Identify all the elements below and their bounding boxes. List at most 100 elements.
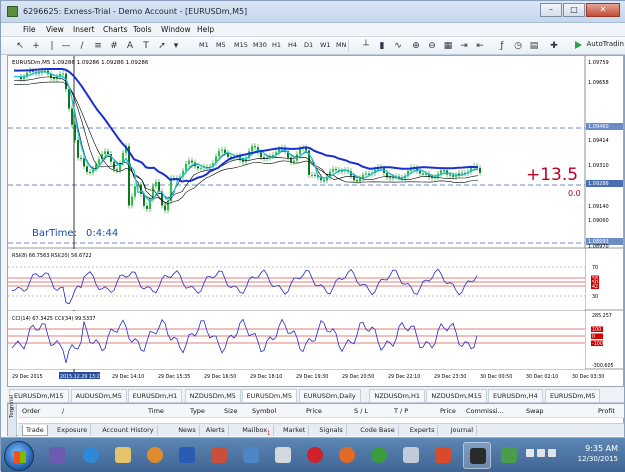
- terminal-column-header[interactable]: Price: [306, 407, 322, 415]
- taskbar-app-11[interactable]: [429, 442, 457, 469]
- taskbar-app-6[interactable]: [237, 442, 265, 469]
- chart-tab[interactable]: NZDUSDm,M5: [184, 389, 241, 402]
- autoscroll-icon[interactable]: ⇥: [459, 41, 469, 51]
- cursor-icon[interactable]: ↖: [15, 41, 25, 51]
- chart-tab[interactable]: EURUSDm,M5: [241, 389, 298, 402]
- new-order-icon[interactable]: ✚: [549, 41, 559, 51]
- terminal-column-header[interactable]: Profit: [598, 407, 615, 415]
- terminal-tab[interactable]: Signals: [316, 425, 347, 436]
- taskbar-app-utorrent[interactable]: [365, 442, 393, 469]
- terminal-column-header[interactable]: Commissi...: [466, 407, 504, 415]
- periods-icon[interactable]: ◷: [513, 41, 523, 51]
- taskbar-app-13[interactable]: [495, 442, 523, 469]
- network-tray-icon[interactable]: [537, 449, 545, 457]
- dropdown-icon[interactable]: ▾: [171, 41, 181, 51]
- zoom-in-icon[interactable]: ⊕: [411, 41, 421, 51]
- chart-tab[interactable]: EURUSDm,Daily: [298, 389, 361, 402]
- chart-area[interactable]: EURUSDm,M5 1.09286 1.09286 1.09286 1.092…: [7, 55, 624, 387]
- terminal-tab[interactable]: Exposure: [54, 425, 92, 436]
- terminal-column-header[interactable]: Time: [148, 407, 164, 415]
- indicators-icon[interactable]: ƒ: [497, 41, 507, 51]
- close-button[interactable]: ✕: [586, 3, 620, 17]
- zoom-out-icon[interactable]: ⊖: [427, 41, 437, 51]
- trendline-icon[interactable]: /: [77, 41, 87, 51]
- timeframe-m30[interactable]: M30: [251, 40, 269, 52]
- fibo-icon[interactable]: #: [109, 41, 119, 51]
- terminal-tab[interactable]: Mailbox1: [239, 425, 275, 436]
- line-chart-icon[interactable]: ∿: [393, 41, 403, 51]
- terminal-column-header[interactable]: Order: [22, 407, 40, 415]
- menu-charts[interactable]: Charts: [103, 25, 128, 34]
- menu-help[interactable]: Help: [197, 25, 214, 34]
- timeframe-m5[interactable]: M5: [214, 40, 228, 52]
- chart-tab[interactable]: EURUSDm,M15: [9, 389, 69, 402]
- autotrading-button[interactable]: AutoTradin: [574, 40, 624, 49]
- bar-chart-icon[interactable]: ┴: [361, 41, 371, 51]
- horizontal-line-icon[interactable]: —: [61, 41, 71, 51]
- timeframe-m15[interactable]: M15: [232, 40, 250, 52]
- terminal-column-header[interactable]: Swap: [526, 407, 544, 415]
- chart-tab[interactable]: EURUSDm,M5: [545, 389, 601, 402]
- text-tool-icon[interactable]: A: [125, 41, 135, 51]
- templates-icon[interactable]: ▤: [529, 41, 539, 51]
- terminal-tab[interactable]: Account History: [99, 425, 158, 436]
- terminal-tab[interactable]: News: [175, 425, 200, 436]
- minimize-button[interactable]: –: [540, 3, 562, 17]
- chart-tab[interactable]: EURUSDm,H4: [488, 389, 543, 402]
- taskbar-app-explorer[interactable]: [109, 442, 137, 469]
- terminal-column-header[interactable]: S / L: [354, 407, 368, 415]
- flag-tray-icon[interactable]: [526, 449, 534, 457]
- candle-chart-icon[interactable]: ▮: [377, 41, 387, 51]
- taskbar-app-7[interactable]: [269, 442, 297, 469]
- terminal-tab[interactable]: Journal: [448, 425, 478, 436]
- taskbar-app-word[interactable]: [173, 442, 201, 469]
- volume-tray-icon[interactable]: [548, 449, 556, 457]
- terminal-tab[interactable]: Experts: [407, 425, 439, 436]
- chart-tab[interactable]: NZDUSDm,H1: [369, 389, 426, 402]
- taskbar-app-1[interactable]: [43, 442, 71, 469]
- taskbar-app-5[interactable]: [205, 442, 233, 469]
- timeframe-h1[interactable]: H1: [270, 40, 283, 52]
- terminal-column-header[interactable]: Type: [190, 407, 205, 415]
- taskbar-app-10[interactable]: [397, 442, 425, 469]
- label-tool-icon[interactable]: T: [141, 41, 151, 51]
- arrow-tool-icon[interactable]: ➚: [157, 41, 167, 51]
- crosshair-icon[interactable]: +: [31, 41, 41, 51]
- chart-tab[interactable]: EURUSDm,H1: [127, 389, 183, 402]
- terminal-column-header[interactable]: Size: [224, 407, 237, 415]
- terminal-column-header[interactable]: Price: [440, 407, 456, 415]
- timeframe-d1[interactable]: D1: [302, 40, 315, 52]
- menu-insert[interactable]: Insert: [73, 25, 95, 34]
- chart-shift-icon[interactable]: ⇤: [475, 41, 485, 51]
- timeframe-w1[interactable]: W1: [318, 40, 333, 52]
- terminal-column-header[interactable]: Symbol: [252, 407, 276, 415]
- menu-tools[interactable]: Tools: [133, 25, 151, 34]
- timeframe-h4[interactable]: H4: [286, 40, 299, 52]
- terminal-column-header[interactable]: /: [62, 407, 64, 415]
- clock-time[interactable]: 9:35 AM: [585, 444, 618, 453]
- menu-file[interactable]: File: [23, 25, 36, 34]
- menu-view[interactable]: View: [46, 25, 64, 34]
- clock-date[interactable]: 12/30/2015: [578, 455, 618, 463]
- terminal-tab[interactable]: Market: [280, 425, 310, 436]
- chart-tab[interactable]: NZDUSDm,M15: [426, 389, 487, 402]
- timeframe-m1[interactable]: M1: [197, 40, 211, 52]
- maximize-button[interactable]: □: [563, 3, 585, 17]
- terminal-tab[interactable]: Code Base: [357, 425, 399, 436]
- channel-icon[interactable]: ≡: [93, 41, 103, 51]
- timeframe-mn[interactable]: MN: [334, 40, 350, 52]
- taskbar-app-mt4[interactable]: [463, 442, 491, 469]
- taskbar-app-opera[interactable]: [301, 442, 329, 469]
- taskbar-app-media[interactable]: [141, 442, 169, 469]
- terminal-tab[interactable]: Trade: [22, 425, 48, 436]
- vertical-line-icon[interactable]: |: [47, 41, 57, 51]
- start-button[interactable]: [4, 441, 34, 471]
- terminal-column-header[interactable]: T / P: [394, 407, 408, 415]
- chart-canvas[interactable]: EURUSDm,M5 1.09286 1.09286 1.09286 1.092…: [8, 56, 623, 386]
- tile-windows-icon[interactable]: ▦: [443, 41, 453, 51]
- chart-tab[interactable]: AUDUSDm,M5: [70, 389, 127, 402]
- taskbar-app-ie[interactable]: [77, 442, 105, 469]
- taskbar-app-firefox[interactable]: [333, 442, 361, 469]
- menu-window[interactable]: Window: [161, 25, 191, 34]
- terminal-tab[interactable]: Alerts: [203, 425, 229, 436]
